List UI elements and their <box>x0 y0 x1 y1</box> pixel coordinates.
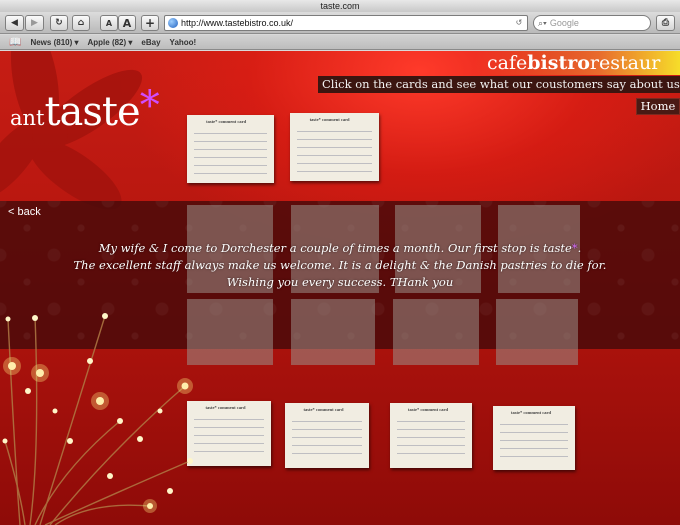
url-text: http://www.tastebistro.co.uk/ <box>181 18 294 28</box>
review-line-3: Wishing you every success. THank you <box>226 275 454 289</box>
forward-arrow-icon: ▶ <box>31 18 38 28</box>
brand-bold: bistro <box>527 52 590 74</box>
comment-card[interactable]: taste* comment card <box>290 113 379 181</box>
search-icon: ⌕▾ <box>538 17 547 28</box>
customer-review: My wife & I come to Dorchester a couple … <box>0 240 680 291</box>
bookmark-ebay[interactable]: eBay <box>141 38 160 47</box>
brand-banner: cafebistrorestaur <box>475 51 680 75</box>
bookmarks-bar: 📖 News (810) ▾ Apple (82) ▾ eBay Yahoo! <box>0 35 680 50</box>
home-link-button[interactable]: Home <box>636 98 680 115</box>
snapback-icon: ↺ <box>515 18 523 27</box>
bookmark-yahoo[interactable]: Yahoo! <box>170 38 197 47</box>
fairy-lights-decoration-icon <box>2 313 193 525</box>
card-header: taste* comment card <box>309 117 350 122</box>
logo-star: * <box>139 83 160 129</box>
brand-post: restaur <box>589 52 661 74</box>
site-logo[interactable]: anttaste* <box>10 83 160 135</box>
bookmark-news[interactable]: News (810) ▾ <box>30 38 78 47</box>
logo-prefix: ant <box>10 106 45 130</box>
reload-button[interactable]: ↻ <box>50 15 68 31</box>
address-bar[interactable]: http://www.tastebistro.co.uk/ ↺ <box>164 15 528 31</box>
card-header: taste* comment card <box>408 407 449 412</box>
add-bookmark-button[interactable]: + <box>141 15 159 31</box>
search-field[interactable]: ⌕▾ Google <box>533 15 651 31</box>
printer-icon: ⎙ <box>661 18 670 28</box>
back-arrow-icon: ◀ <box>11 18 18 28</box>
card-handwriting <box>297 127 372 173</box>
back-button[interactable]: ◀ <box>5 15 24 31</box>
logo-name: taste <box>44 89 140 135</box>
reload-icon: ↻ <box>55 18 63 28</box>
text-larger-button[interactable]: A <box>118 15 136 31</box>
web-page: anttaste* cafebistrorestaur Click on the… <box>0 51 680 525</box>
card-header: taste* comment card <box>206 119 247 124</box>
instruction-banner: Click on the cards and see what our cous… <box>318 76 680 93</box>
text-smaller-button[interactable]: A <box>100 15 118 31</box>
brand-pre: cafe <box>487 52 528 74</box>
card-handwriting <box>193 415 265 458</box>
card-header: taste* comment card <box>303 407 344 412</box>
book-icon[interactable]: 📖 <box>9 37 21 48</box>
browser-toolbar: ◀ ▶ ↻ ⌂ A A + http://www.tastebistro.co.… <box>0 12 680 34</box>
card-header: taste* comment card <box>205 405 246 410</box>
comment-card[interactable] <box>291 299 375 365</box>
card-header: taste* comment card <box>511 410 552 415</box>
comment-card[interactable]: taste* comment card <box>285 403 369 468</box>
comment-card[interactable]: taste* comment card <box>493 406 575 470</box>
window-title: taste.com <box>0 0 680 12</box>
home-button[interactable]: ⌂ <box>72 15 90 31</box>
comment-card[interactable]: taste* comment card <box>187 115 274 183</box>
house-icon: ⌂ <box>77 18 85 28</box>
back-link[interactable]: < back <box>8 206 41 218</box>
card-handwriting <box>193 129 268 175</box>
comment-card[interactable] <box>496 299 578 365</box>
search-placeholder: Google <box>549 18 579 28</box>
comment-card[interactable]: taste* comment card <box>390 403 472 468</box>
card-handwriting <box>396 417 466 460</box>
comment-card[interactable] <box>393 299 479 365</box>
forward-button[interactable]: ▶ <box>25 15 44 31</box>
review-line-1: My wife & I come to Dorchester a couple … <box>98 241 582 255</box>
bookmark-apple[interactable]: Apple (82) ▾ <box>88 38 133 47</box>
print-button[interactable]: ⎙ <box>656 15 675 31</box>
globe-icon <box>168 18 178 28</box>
card-handwriting <box>291 417 363 460</box>
review-line-2: The excellent staff always make us welco… <box>73 258 607 272</box>
card-handwriting <box>499 420 569 462</box>
